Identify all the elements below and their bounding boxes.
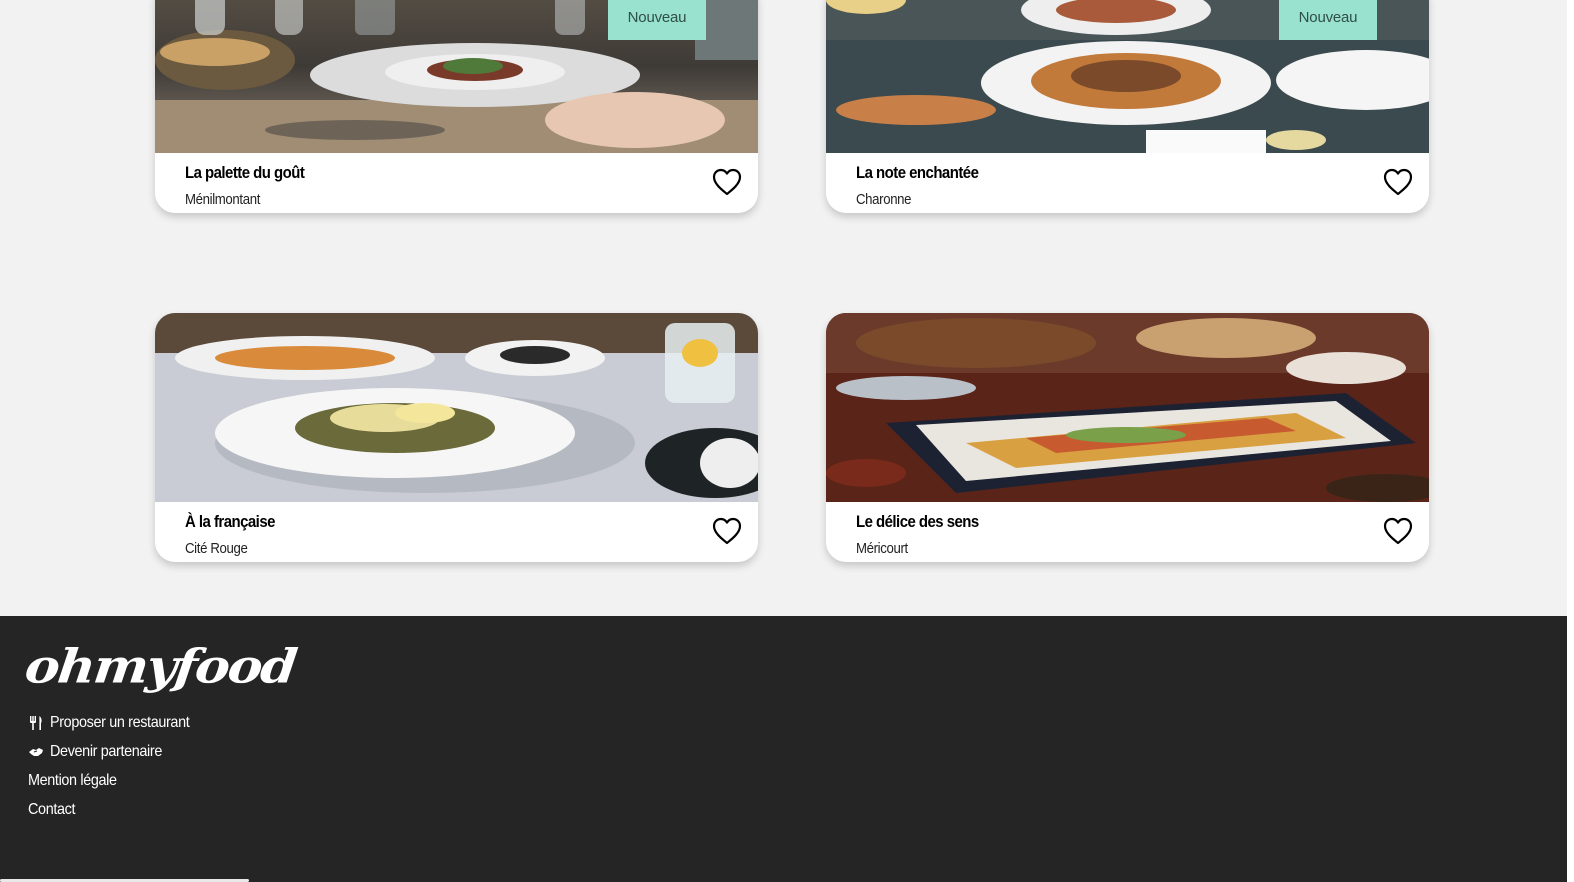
restaurant-location: Charonne (856, 191, 912, 208)
restaurant-photo (826, 313, 1429, 502)
restaurant-photo: Nouveau (155, 0, 758, 153)
ohmyfood-logo[interactable]: ohmyfood (22, 640, 298, 695)
footer-link-label: Devenir partenaire (50, 743, 162, 760)
restaurant-info: La note enchantée Charonne (826, 153, 1429, 213)
restaurant-photo: Nouveau (826, 0, 1429, 153)
heart-icon[interactable] (1383, 168, 1413, 196)
restaurant-name: Le délice des sens (856, 512, 979, 531)
footer-links: Proposer un restaurant Devenir partenair… (28, 713, 205, 829)
handshake-icon (28, 744, 44, 760)
footer-link-legal[interactable]: Mention légale (28, 771, 205, 800)
restaurant-list: Nouveau La palette du goût Ménilmontant (0, 0, 1574, 616)
footer-link-become-partner[interactable]: Devenir partenaire (28, 742, 205, 771)
footer: ohmyfood Proposer un restaurant Devenir … (0, 616, 1574, 882)
restaurant-name: La note enchantée (856, 163, 979, 182)
restaurant-location: Cité Rouge (185, 540, 248, 557)
heart-icon[interactable] (712, 517, 742, 545)
vertical-scrollbar-track[interactable] (1567, 0, 1574, 882)
restaurant-card[interactable]: Nouveau La note enchantée Charonne (826, 0, 1429, 213)
restaurant-name: La palette du goût (185, 163, 305, 182)
restaurant-info: À la française Cité Rouge (155, 502, 758, 562)
restaurant-card[interactable]: Nouveau La palette du goût Ménilmontant (155, 0, 758, 213)
restaurant-card[interactable]: Le délice des sens Méricourt (826, 313, 1429, 562)
footer-link-propose-restaurant[interactable]: Proposer un restaurant (28, 713, 205, 742)
new-badge: Nouveau (1279, 0, 1377, 40)
restaurant-card[interactable]: À la française Cité Rouge (155, 313, 758, 562)
restaurant-info: La palette du goût Ménilmontant (155, 153, 758, 213)
heart-icon[interactable] (1383, 517, 1413, 545)
new-badge: Nouveau (608, 0, 706, 40)
restaurant-photo (155, 313, 758, 502)
utensils-icon (28, 715, 44, 731)
restaurant-info: Le délice des sens Méricourt (826, 502, 1429, 562)
footer-link-label: Proposer un restaurant (50, 714, 190, 731)
restaurant-location: Ménilmontant (185, 191, 261, 208)
footer-link-contact[interactable]: Contact (28, 800, 205, 829)
restaurant-name: À la française (185, 512, 275, 531)
restaurant-location: Méricourt (856, 540, 908, 557)
heart-icon[interactable] (712, 168, 742, 196)
footer-link-label: Contact (28, 801, 76, 818)
footer-link-label: Mention légale (28, 772, 117, 789)
